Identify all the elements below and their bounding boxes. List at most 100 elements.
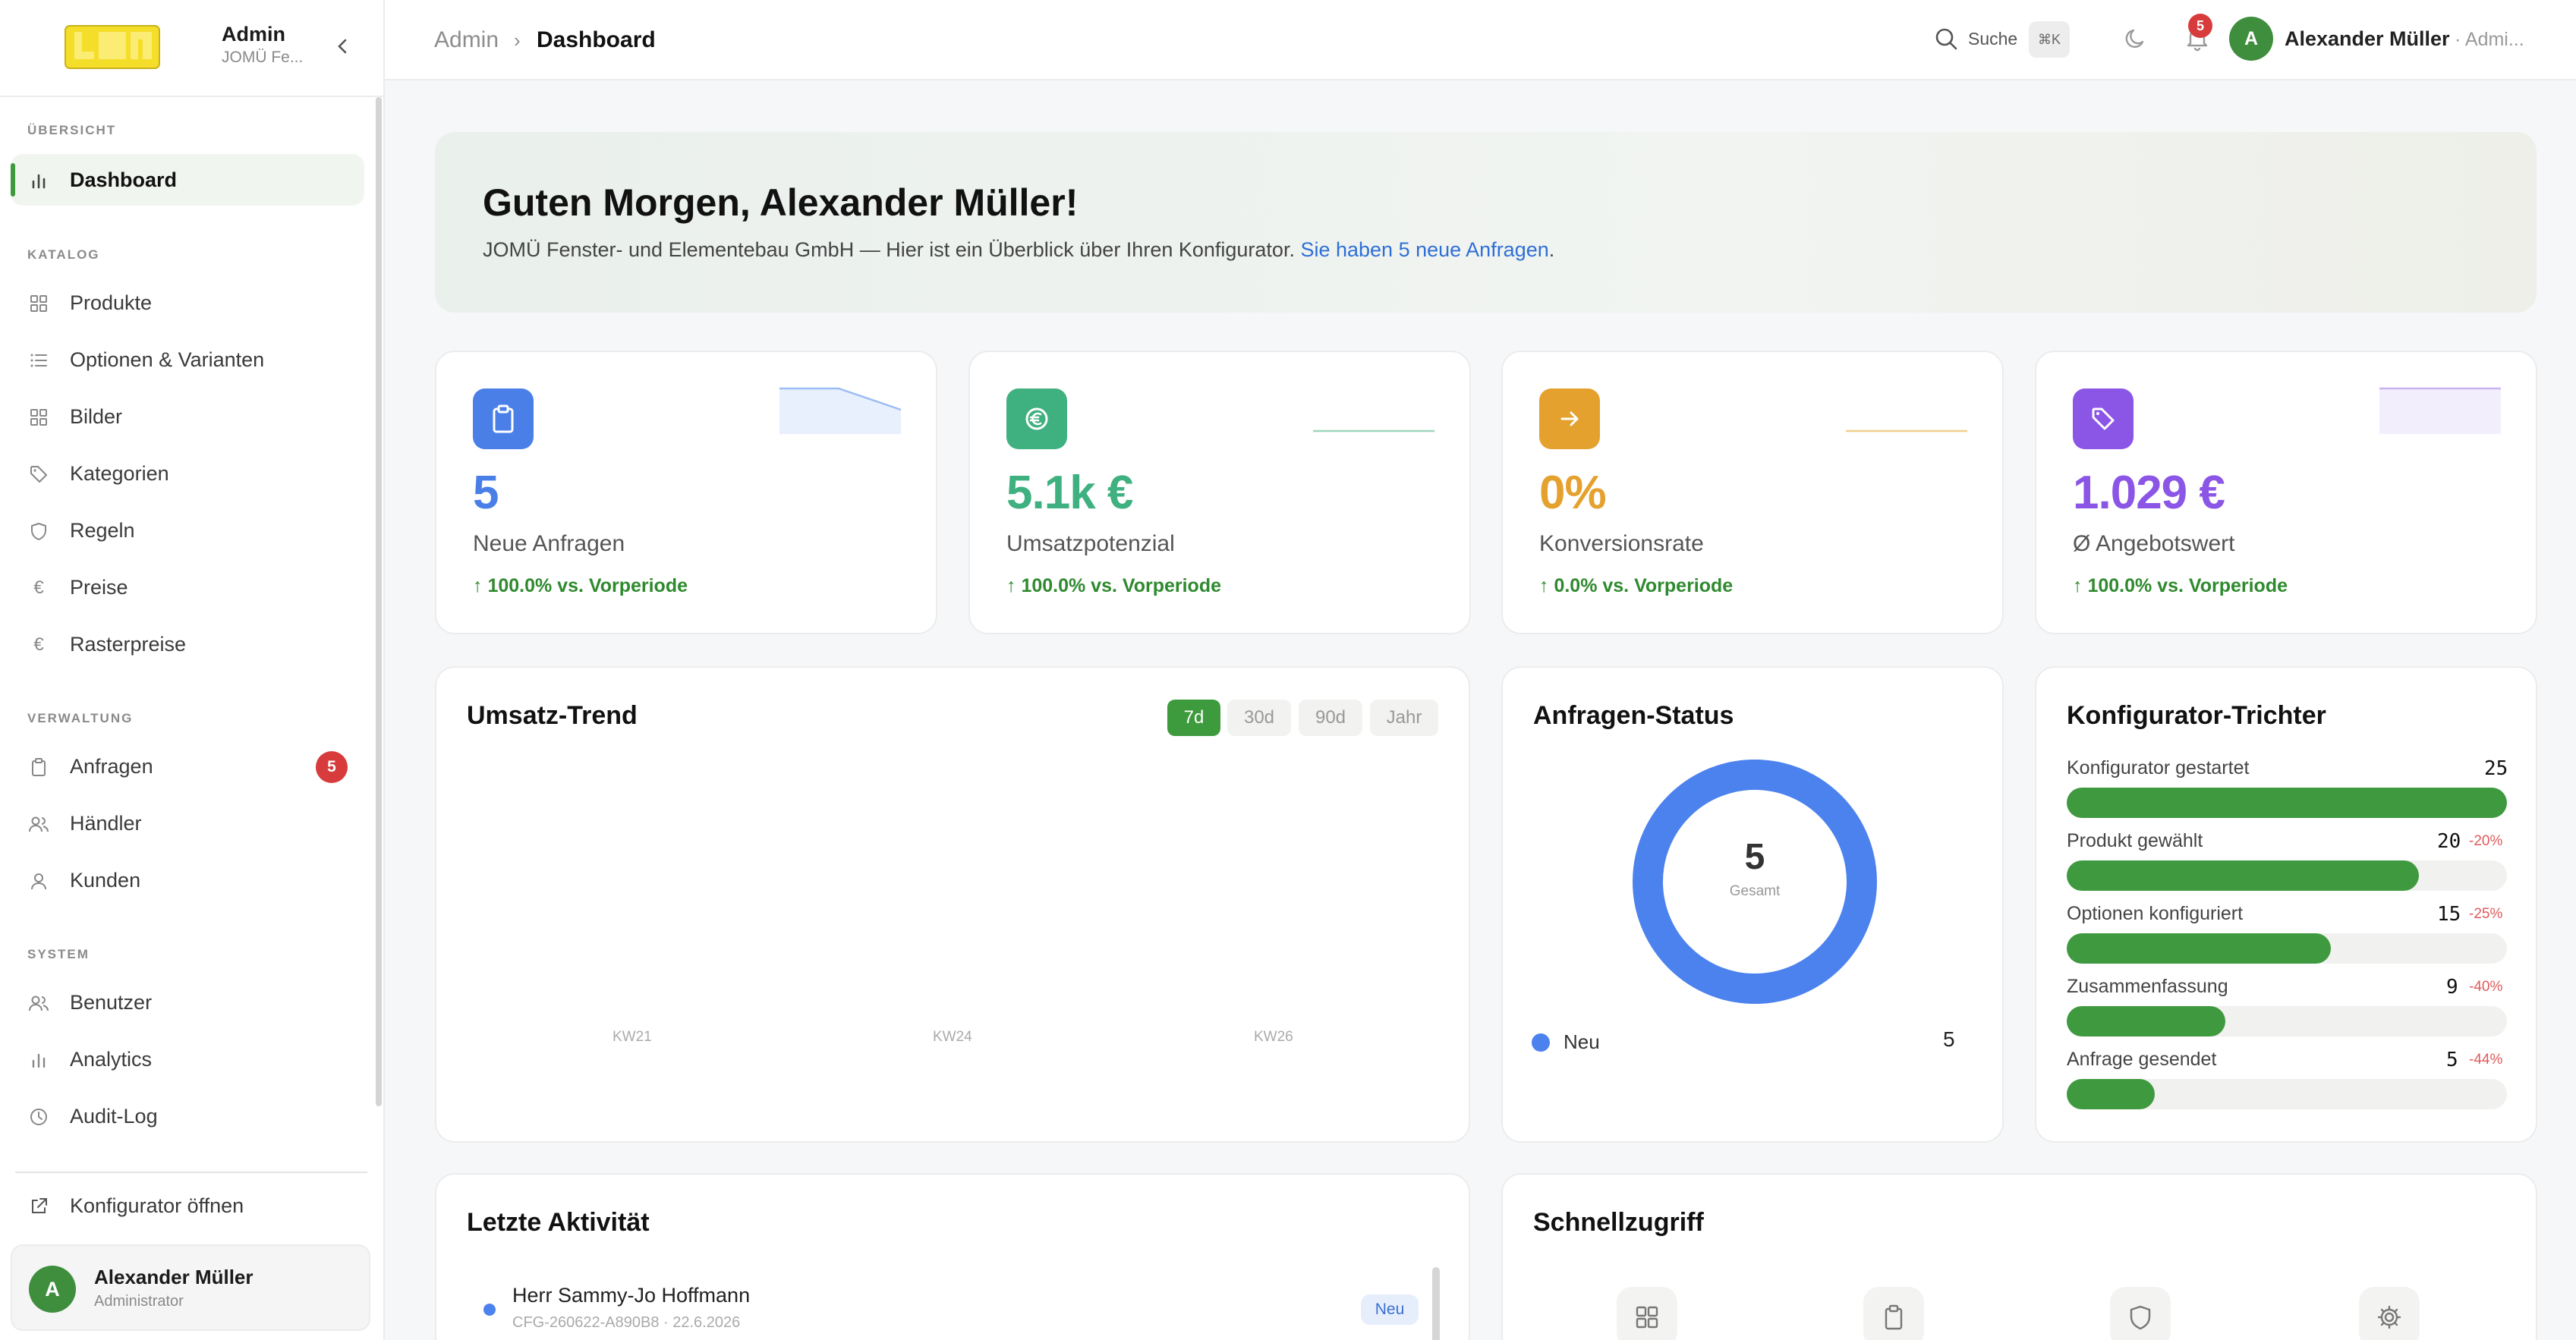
x-axis-tick: KW24 xyxy=(933,1029,972,1045)
kpi-sparkline xyxy=(1846,429,1967,433)
avatar[interactable]: A xyxy=(2229,17,2273,61)
grid-icon xyxy=(1636,1306,1658,1329)
grid-icon xyxy=(27,406,50,429)
sidebar-item-kunden[interactable]: Kunden xyxy=(11,854,364,906)
sidebar-scrollbar[interactable] xyxy=(376,97,382,1106)
search-shortcut: ⌘K xyxy=(2029,21,2070,58)
kpi-label: Neue Anfragen xyxy=(473,531,625,556)
sidebar-item-dashboard[interactable]: Dashboard xyxy=(11,154,364,206)
open-configurator-link[interactable]: Konfigurator öffnen xyxy=(11,1180,364,1231)
jomu-logo[interactable] xyxy=(64,21,161,73)
clipboard-icon xyxy=(27,756,50,779)
sidebar-item-label: Händler xyxy=(70,811,142,835)
tag-icon xyxy=(27,463,50,486)
funnel-step-value: 25 xyxy=(2484,757,2508,780)
clipboard-icon xyxy=(473,388,534,449)
quick-access-rules-button[interactable] xyxy=(2110,1287,2171,1340)
welcome-banner: Guten Morgen, Alexander Müller! JOMÜ Fen… xyxy=(435,132,2537,313)
sidebar-item-label: Anfragen xyxy=(70,754,153,778)
kpi-card-konversionsrate[interactable]: 0% Konversionsrate ↑ 0.0% vs. Vorperiode xyxy=(1501,351,2004,634)
shield-icon xyxy=(2130,1305,2151,1330)
quick-access-grid-button[interactable] xyxy=(1617,1287,1677,1340)
list-icon xyxy=(27,349,50,372)
revenue-trend-title: Umsatz-Trend xyxy=(467,701,638,730)
sidebar-divider xyxy=(15,1172,367,1173)
gear-icon xyxy=(2377,1305,2401,1329)
arrow-right-icon xyxy=(1539,388,1600,449)
sidebar-item-label: Benutzer xyxy=(70,990,153,1014)
kpi-trend: ↑ 100.0% vs. Vorperiode xyxy=(473,575,688,596)
new-requests-link[interactable]: Sie haben 5 neue Anfragen xyxy=(1300,238,1548,261)
sidebar-item-audit-log[interactable]: Audit-Log xyxy=(11,1090,364,1142)
sidebar-item-kategorien[interactable]: Kategorien xyxy=(11,448,364,499)
funnel-title: Konfigurator-Trichter xyxy=(2067,701,2326,730)
activity-scrollbar[interactable] xyxy=(1432,1267,1440,1340)
sidebar-item-preise[interactable]: € Preise xyxy=(11,561,364,613)
kpi-card-angebotswert[interactable]: 1.029 € Ø Angebotswert ↑ 100.0% vs. Vorp… xyxy=(2035,351,2537,634)
kpi-sparkline xyxy=(2379,387,2501,434)
breadcrumb-admin[interactable]: Admin xyxy=(434,27,499,53)
funnel-bar xyxy=(2067,1079,2155,1109)
funnel-step-label: Konfigurator gestartet xyxy=(2067,757,2250,779)
topbar-user-name[interactable]: Alexander Müller xyxy=(2285,27,2450,51)
tag-icon xyxy=(2073,388,2134,449)
collapse-sidebar-button[interactable] xyxy=(331,35,354,58)
section-label-verwaltung: VERWALTUNG xyxy=(27,711,134,725)
avatar: A xyxy=(29,1266,76,1313)
user-icon xyxy=(27,870,50,892)
range-90d-button[interactable]: 90d xyxy=(1299,700,1362,736)
sidebar-item-benutzer[interactable]: Benutzer xyxy=(11,977,364,1028)
sidebar-item-label: Rasterpreise xyxy=(70,632,187,656)
kpi-card-neue-anfragen[interactable]: 5 Neue Anfragen ↑ 100.0% vs. Vorperiode xyxy=(435,351,937,634)
search-button-label[interactable]: Suche xyxy=(1968,29,2017,49)
kpi-sparkline xyxy=(779,387,902,434)
kpi-value: 1.029 € xyxy=(2073,467,2225,519)
funnel-step-label: Produkt gewählt xyxy=(2067,830,2203,851)
anfragen-count-badge: 5 xyxy=(316,751,348,783)
funnel-step-label: Optionen konfiguriert xyxy=(2067,903,2244,924)
funnel-step: Konfigurator gestartet 25 xyxy=(2067,757,2508,830)
sidebar-item-bilder[interactable]: Bilder xyxy=(11,391,364,442)
users-icon xyxy=(27,813,50,835)
funnel-step-value: 20 xyxy=(2437,830,2461,853)
range-7d-button[interactable]: 7d xyxy=(1167,700,1220,736)
sidebar-item-regeln[interactable]: Regeln xyxy=(11,505,364,556)
sidebar-item-produkte[interactable]: Produkte xyxy=(11,277,364,329)
euro-icon: € xyxy=(33,634,44,655)
chevron-right-icon: › xyxy=(514,29,521,52)
quick-access-title: Schnellzugriff xyxy=(1533,1208,1704,1237)
sidebar-item-rasterpreise[interactable]: € Rasterpreise xyxy=(11,618,364,670)
activity-status-dot xyxy=(483,1304,496,1316)
kpi-card-umsatzpotenzial[interactable]: 5.1k € Umsatzpotenzial ↑ 100.0% vs. Vorp… xyxy=(968,351,1471,634)
funnel-step-value: 9 xyxy=(2446,976,2458,999)
open-configurator-label: Konfigurator öffnen xyxy=(70,1194,244,1217)
sidebar-item-label: Preise xyxy=(70,575,128,599)
funnel-bar-track xyxy=(2067,933,2507,964)
sidebar-item-optionen[interactable]: Optionen & Varianten xyxy=(11,334,364,385)
legend-label: Neu xyxy=(1564,1030,1600,1053)
range-year-button[interactable]: Jahr xyxy=(1370,700,1438,736)
user-name: Alexander Müller xyxy=(94,1266,254,1288)
quick-access-settings-button[interactable] xyxy=(2359,1287,2420,1340)
app-title: Admin xyxy=(222,23,285,46)
range-30d-button[interactable]: 30d xyxy=(1227,700,1291,736)
funnel-step-label: Anfrage gesendet xyxy=(2067,1049,2217,1070)
search-icon[interactable] xyxy=(1933,26,1959,52)
section-label-system: SYSTEM xyxy=(27,947,90,961)
chevron-left-icon xyxy=(338,39,347,54)
funnel-step-drop: -25% xyxy=(2469,906,2503,922)
sidebar-item-analytics[interactable]: Analytics xyxy=(11,1033,364,1085)
sidebar-item-haendler[interactable]: Händler xyxy=(11,797,364,849)
user-profile-card[interactable]: A Alexander Müller Administrator xyxy=(11,1244,370,1331)
funnel-step: Zusammenfassung 9 -40% xyxy=(2067,976,2507,1049)
funnel-step-label: Zusammenfassung xyxy=(2067,976,2228,997)
funnel-bar xyxy=(2067,860,2419,891)
quick-access-requests-button[interactable] xyxy=(1863,1287,1924,1340)
users-icon xyxy=(27,992,50,1014)
sidebar-item-anfragen[interactable]: Anfragen 5 xyxy=(11,741,364,792)
moon-icon[interactable] xyxy=(2123,26,2149,52)
sidebar-item-label: Bilder xyxy=(70,404,123,428)
clipboard-icon xyxy=(1885,1304,1903,1330)
user-role: Administrator xyxy=(94,1293,184,1310)
activity-name: Herr Sammy-Jo Hoffmann xyxy=(512,1284,751,1307)
